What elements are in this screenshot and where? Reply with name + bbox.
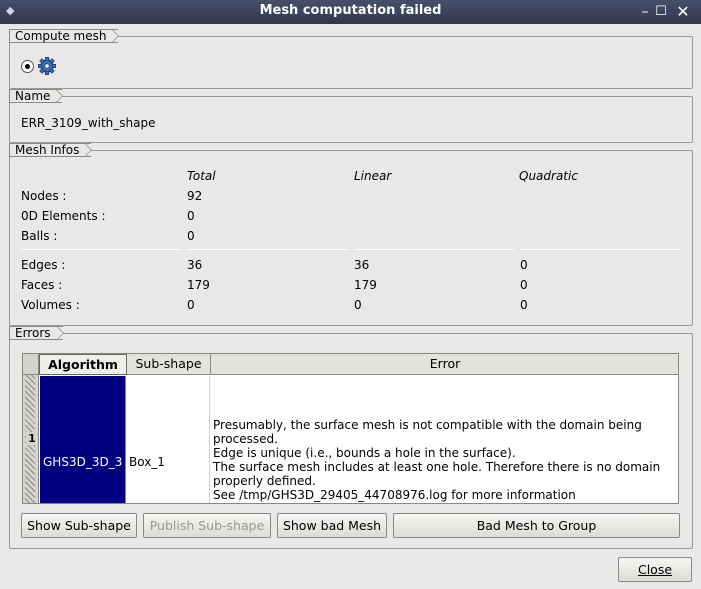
column-header-sub-shape[interactable]: Sub-shape [127,354,211,375]
edges-linear: 36 [354,258,370,272]
separator [354,249,514,250]
mesh-infos-group [9,150,693,326]
elements0d-total: 0 [187,209,195,223]
header-quadratic: Quadratic [519,169,578,183]
cell-algorithm[interactable]: GHS3D_3D_3 [40,376,126,503]
compute-mesh-radio[interactable] [21,60,34,73]
table-corner[interactable] [23,354,39,375]
edges-quadratic: 0 [520,258,528,272]
close-window-icon[interactable]: ✕ [674,3,692,21]
column-header-algorithm[interactable]: Algorithm [39,354,127,375]
maximize-icon[interactable]: ☐ [652,3,670,21]
volumes-total: 0 [187,298,195,312]
compute-mesh-label: Compute mesh [9,29,120,43]
title-bar: ◆ Mesh computation failed – ☐ ✕ [0,0,701,24]
volumes-label: Volumes : [21,298,80,312]
faces-quadratic: 0 [520,278,528,292]
header-linear: Linear [354,169,392,183]
window-title: Mesh computation failed [259,3,442,18]
separator [21,249,181,250]
cell-sub-shape[interactable]: Box_1 [127,376,210,503]
show-sub-shape-button[interactable]: Show Sub-shape [21,513,137,538]
cell-error-text[interactable]: Presumably, the surface mesh is not comp… [213,418,673,502]
errors-table[interactable]: Algorithm Sub-shape Error 1 GHS3D_3D_3 B… [22,353,679,504]
faces-total: 179 [187,278,210,292]
name-label: Name [9,89,64,103]
separator [520,249,680,250]
faces-label: Faces : [21,278,63,292]
volumes-quadratic: 0 [520,298,528,312]
compute-mesh-group [9,36,693,89]
edges-total: 36 [187,258,203,272]
bad-mesh-to-group-button[interactable]: Bad Mesh to Group [393,513,680,538]
mesh-name: ERR_3109_with_shape [21,116,156,130]
balls-total: 0 [187,229,195,243]
elements0d-label: 0D Elements : [21,209,106,223]
volumes-linear: 0 [354,298,362,312]
separator [187,249,348,250]
errors-label: Errors [9,326,64,340]
cell-algorithm-text: GHS3D_3D_3 [43,455,123,469]
header-total: Total [187,169,216,183]
column-header-error[interactable]: Error [211,354,678,375]
nodes-label: Nodes : [21,189,67,203]
mesh-infos-label: Mesh Infos [9,143,93,157]
row-number[interactable]: 1 [26,432,38,445]
close-button[interactable]: Close [618,557,692,582]
nodes-total: 92 [187,189,203,203]
faces-linear: 179 [354,278,377,292]
cell-sub-shape-text: Box_1 [129,455,165,469]
publish-sub-shape-button[interactable]: Publish Sub-shape [143,513,271,538]
show-bad-mesh-button[interactable]: Show bad Mesh [277,513,387,538]
balls-label: Balls : [21,229,58,243]
gear-icon [38,57,56,75]
edges-label: Edges : [21,258,66,272]
